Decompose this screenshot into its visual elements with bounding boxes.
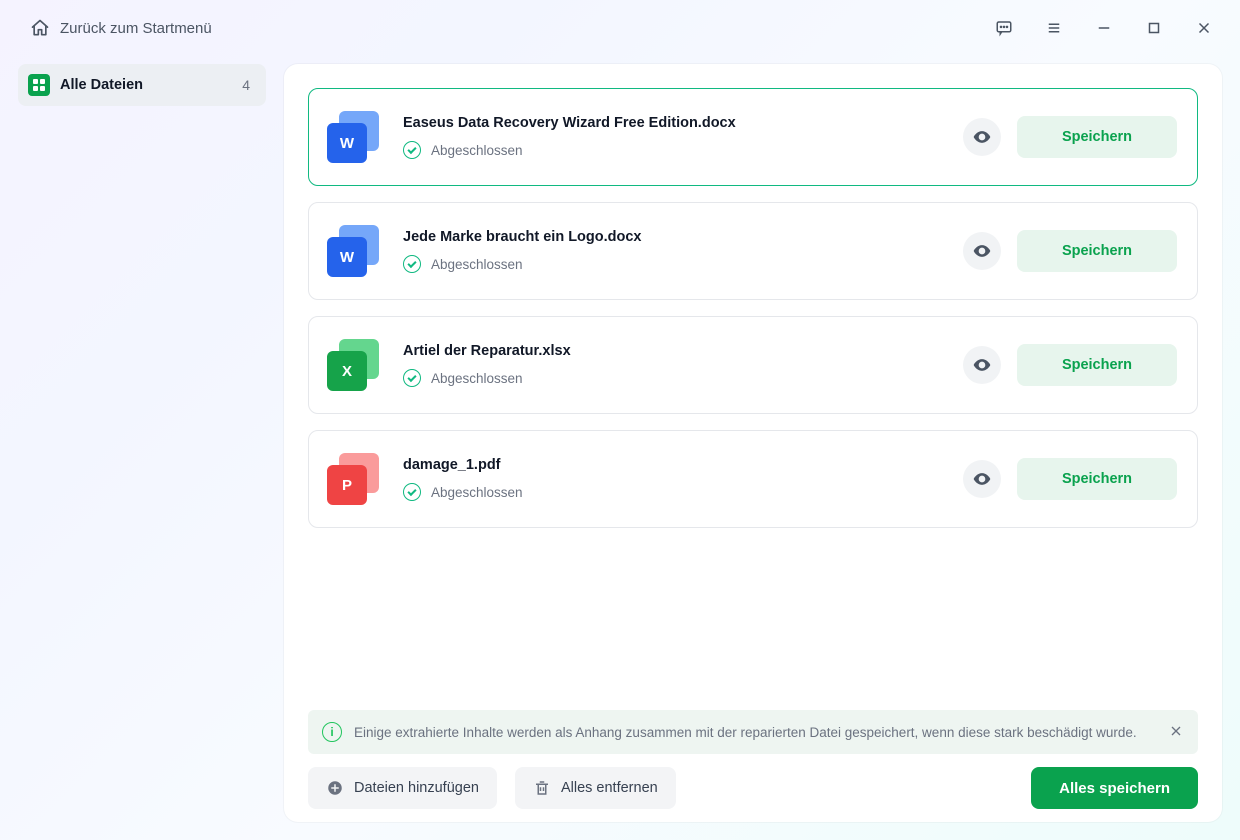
- minimize-icon: [1095, 19, 1113, 37]
- preview-button[interactable]: [963, 460, 1001, 498]
- save-all-button[interactable]: Alles speichern: [1031, 767, 1198, 809]
- close-icon: [1195, 19, 1213, 37]
- maximize-button[interactable]: [1140, 14, 1168, 42]
- remove-all-button[interactable]: Alles entfernen: [515, 767, 676, 809]
- plus-circle-icon: [326, 779, 344, 797]
- eye-icon: [972, 469, 992, 489]
- preview-button[interactable]: [963, 232, 1001, 270]
- file-type-docx-icon: W: [327, 225, 379, 277]
- file-status: Abgeschlossen: [403, 255, 939, 273]
- close-window-button[interactable]: [1190, 14, 1218, 42]
- file-name: Artiel der Reparatur.xlsx: [403, 343, 939, 359]
- info-banner: i Einige extrahierte Inhalte werden als …: [308, 710, 1198, 754]
- save-button[interactable]: Speichern: [1017, 116, 1177, 158]
- file-card[interactable]: Pdamage_1.pdf Abgeschlossen Speichern: [308, 430, 1198, 528]
- file-status: Abgeschlossen: [403, 141, 939, 159]
- save-button[interactable]: Speichern: [1017, 458, 1177, 500]
- file-name: Jede Marke braucht ein Logo.docx: [403, 229, 939, 245]
- save-label: Speichern: [1062, 357, 1132, 373]
- home-button[interactable]: Zurück zum Startmenü: [30, 18, 212, 38]
- file-card[interactable]: X Artiel der Reparatur.xlsx Abgeschlossen S…: [308, 316, 1198, 414]
- info-close-button[interactable]: [1168, 723, 1184, 742]
- home-label: Zurück zum Startmenü: [60, 20, 212, 37]
- info-text: Einige extrahierte Inhalte werden als An…: [354, 725, 1137, 740]
- file-card[interactable]: W Easeus Data Recovery Wizard Free Editio…: [308, 88, 1198, 186]
- eye-icon: [972, 241, 992, 261]
- sidebar-item-all-files[interactable]: Alle Dateien 4: [18, 64, 266, 106]
- add-files-label: Dateien hinzufügen: [354, 780, 479, 796]
- sidebar-item-count: 4: [242, 77, 250, 93]
- eye-icon: [972, 355, 992, 375]
- file-status: Abgeschlossen: [403, 483, 939, 501]
- save-label: Speichern: [1062, 129, 1132, 145]
- file-name: Easeus Data Recovery Wizard Free Edition…: [403, 115, 939, 131]
- file-card[interactable]: W Jede Marke braucht ein Logo.docx Abgesch…: [308, 202, 1198, 300]
- minimize-button[interactable]: [1090, 14, 1118, 42]
- menu-icon: [1045, 19, 1063, 37]
- check-icon: [403, 255, 421, 273]
- add-files-button[interactable]: Dateien hinzufügen: [308, 767, 497, 809]
- file-status: Abgeschlossen: [403, 369, 939, 387]
- save-button[interactable]: Speichern: [1017, 230, 1177, 272]
- close-icon: [1168, 723, 1184, 739]
- check-icon: [403, 483, 421, 501]
- content-panel: W Easeus Data Recovery Wizard Free Editio…: [284, 64, 1222, 822]
- preview-button[interactable]: [963, 346, 1001, 384]
- file-type-pdf-icon: P: [327, 453, 379, 505]
- maximize-icon: [1145, 19, 1163, 37]
- check-icon: [403, 141, 421, 159]
- sidebar-item-label: Alle Dateien: [60, 77, 143, 93]
- speech-bubble-icon: [995, 19, 1013, 37]
- info-icon: i: [322, 722, 342, 742]
- titlebar: Zurück zum Startmenü: [0, 0, 1240, 56]
- menu-button[interactable]: [1040, 14, 1068, 42]
- remove-all-label: Alles entfernen: [561, 780, 658, 796]
- trash-icon: [533, 779, 551, 797]
- save-label: Speichern: [1062, 243, 1132, 259]
- save-label: Speichern: [1062, 471, 1132, 487]
- check-icon: [403, 369, 421, 387]
- file-type-xlsx-icon: X: [327, 339, 379, 391]
- eye-icon: [972, 127, 992, 147]
- feedback-button[interactable]: [990, 14, 1018, 42]
- preview-button[interactable]: [963, 118, 1001, 156]
- save-button[interactable]: Speichern: [1017, 344, 1177, 386]
- save-all-label: Alles speichern: [1059, 780, 1170, 797]
- home-icon: [30, 18, 50, 38]
- file-name: damage_1.pdf: [403, 457, 939, 473]
- sidebar: Alle Dateien 4: [18, 64, 266, 822]
- file-type-docx-icon: W: [327, 111, 379, 163]
- grid-icon: [28, 74, 50, 96]
- file-list: W Easeus Data Recovery Wizard Free Editio…: [284, 64, 1222, 710]
